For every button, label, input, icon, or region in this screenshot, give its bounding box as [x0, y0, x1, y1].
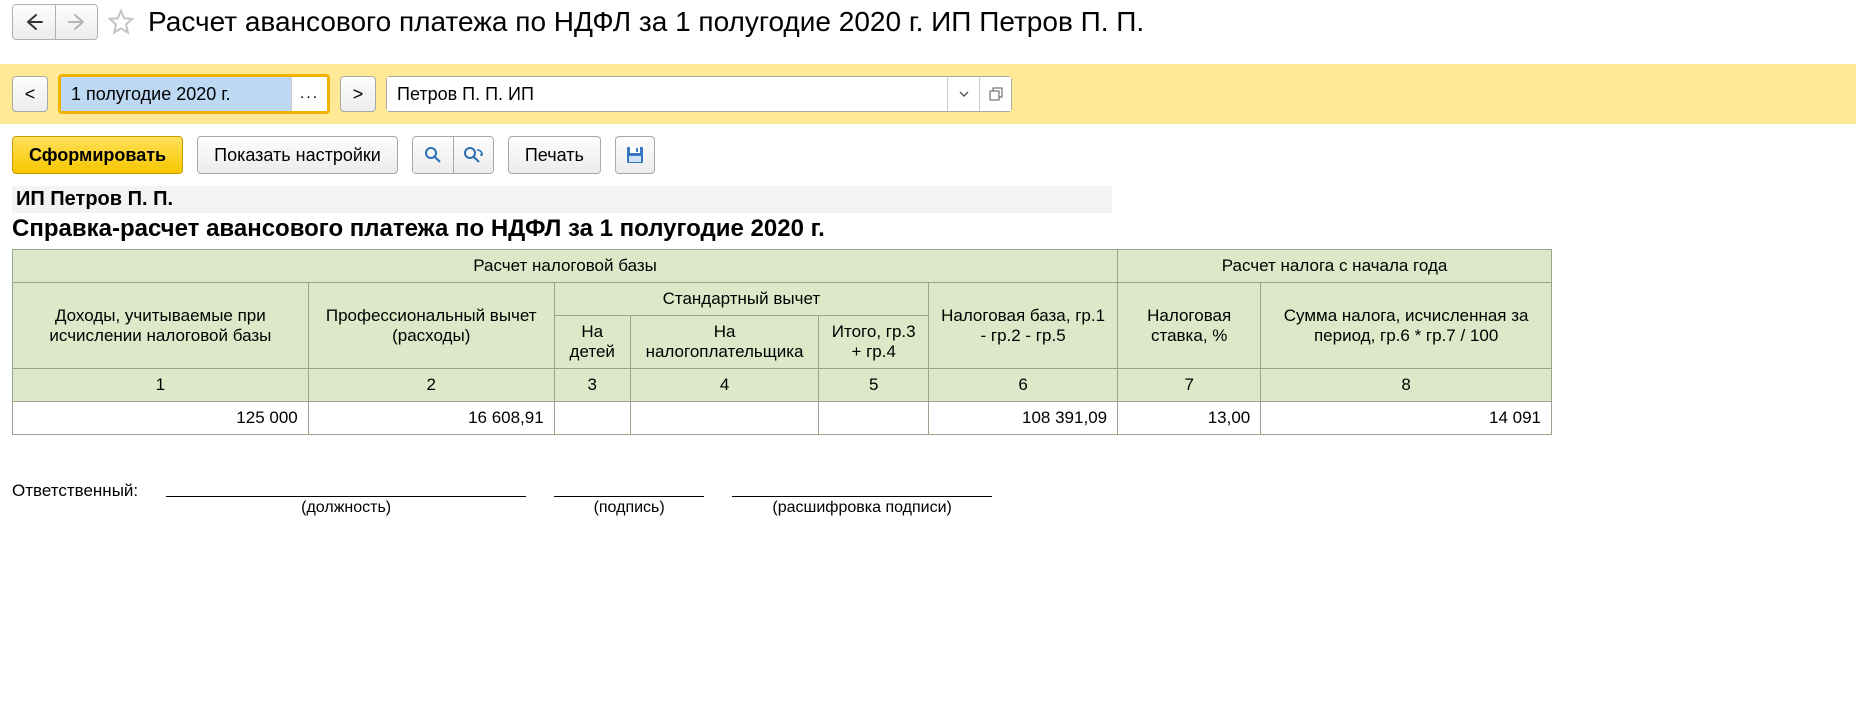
signature-line-sign — [554, 475, 704, 497]
th-n8: 8 — [1261, 369, 1552, 402]
generate-button[interactable]: Сформировать — [12, 136, 183, 174]
period-input[interactable] — [61, 77, 291, 111]
th-c6: Налоговая база, гр.1 - гр.2 - гр.5 — [929, 283, 1118, 369]
print-button[interactable]: Печать — [508, 136, 601, 174]
show-settings-button[interactable]: Показать настройки — [197, 136, 398, 174]
th-c5: Итого, гр.3 + гр.4 — [819, 316, 929, 369]
param-bar: < ... > — [0, 64, 1856, 124]
th-n1: 1 — [13, 369, 309, 402]
report-title: Справка-расчет авансового платежа по НДФ… — [12, 215, 1844, 243]
signature-line-decode — [732, 475, 992, 497]
chevron-down-icon — [959, 89, 969, 99]
period-choose-button[interactable]: ... — [291, 77, 327, 111]
signature-position: (должность) — [166, 475, 526, 517]
th-c2: Профессиональный вычет (расходы) — [308, 283, 554, 369]
search-arrow-icon — [463, 146, 483, 164]
save-button[interactable] — [615, 136, 655, 174]
report-org: ИП Петров П. П. — [12, 186, 1112, 213]
organization-dropdown-button[interactable] — [947, 77, 979, 111]
nav-history — [12, 4, 98, 40]
search-buttons — [412, 136, 494, 174]
cell-c6: 108 391,09 — [929, 402, 1118, 435]
th-n6: 6 — [929, 369, 1118, 402]
organization-field — [386, 76, 1012, 112]
th-c3: На детей — [554, 316, 630, 369]
arrow-right-icon — [67, 13, 87, 31]
th-c1: Доходы, учитываемые при исчислении налог… — [13, 283, 309, 369]
arrow-left-icon — [24, 13, 44, 31]
favorite-star-icon[interactable] — [106, 7, 136, 37]
cell-c7: 13,00 — [1118, 402, 1261, 435]
th-c7: Налоговая ставка, % — [1118, 283, 1261, 369]
th-n7: 7 — [1118, 369, 1261, 402]
period-next-button[interactable]: > — [340, 76, 376, 112]
th-group-tax: Расчет налога с начала года — [1118, 250, 1552, 283]
find-button[interactable] — [413, 137, 453, 173]
cell-c4 — [630, 402, 819, 435]
search-icon — [424, 146, 442, 164]
page-title: Расчет авансового платежа по НДФЛ за 1 п… — [148, 6, 1144, 38]
signature-line-position — [166, 475, 526, 497]
report: ИП Петров П. П. Справка-расчет авансовог… — [0, 186, 1856, 537]
period-field: ... — [58, 74, 330, 114]
open-external-icon — [989, 87, 1003, 101]
th-c4: На налогоплательщика — [630, 316, 819, 369]
find-next-button[interactable] — [453, 137, 493, 173]
th-n5: 5 — [819, 369, 929, 402]
th-n2: 2 — [308, 369, 554, 402]
cell-c1: 125 000 — [13, 402, 309, 435]
back-button[interactable] — [13, 5, 55, 39]
signature-cap-sign: (подпись) — [594, 499, 665, 517]
period-prev-button[interactable]: < — [12, 76, 48, 112]
th-n3: 3 — [554, 369, 630, 402]
floppy-disk-icon — [626, 146, 644, 164]
cell-c8: 14 091 — [1261, 402, 1552, 435]
signature-cap-position: (должность) — [301, 499, 391, 517]
th-group-base: Расчет налоговой базы — [13, 250, 1118, 283]
th-c8: Сумма налога, исчисленная за период, гр.… — [1261, 283, 1552, 369]
signature-cap-decode: (расшифровка подписи) — [772, 499, 951, 517]
cell-c5 — [819, 402, 929, 435]
signature-block: Ответственный: (должность) (подпись) (ра… — [12, 475, 1844, 517]
signature-label: Ответственный: — [12, 481, 138, 517]
signature-sign: (подпись) — [554, 475, 704, 517]
toolbar: Сформировать Показать настройки Печать — [0, 124, 1856, 186]
table-row: 125 000 16 608,91 108 391,09 13,00 14 09… — [13, 402, 1552, 435]
organization-input[interactable] — [387, 77, 947, 111]
th-n4: 4 — [630, 369, 819, 402]
signature-decode: (расшифровка подписи) — [732, 475, 992, 517]
organization-open-button[interactable] — [979, 77, 1011, 111]
report-table: Расчет налоговой базы Расчет налога с на… — [12, 249, 1552, 435]
th-group-std: Стандартный вычет — [554, 283, 928, 316]
cell-c2: 16 608,91 — [308, 402, 554, 435]
navbar: Расчет авансового платежа по НДФЛ за 1 п… — [0, 0, 1856, 44]
cell-c3 — [554, 402, 630, 435]
forward-button[interactable] — [55, 5, 97, 39]
